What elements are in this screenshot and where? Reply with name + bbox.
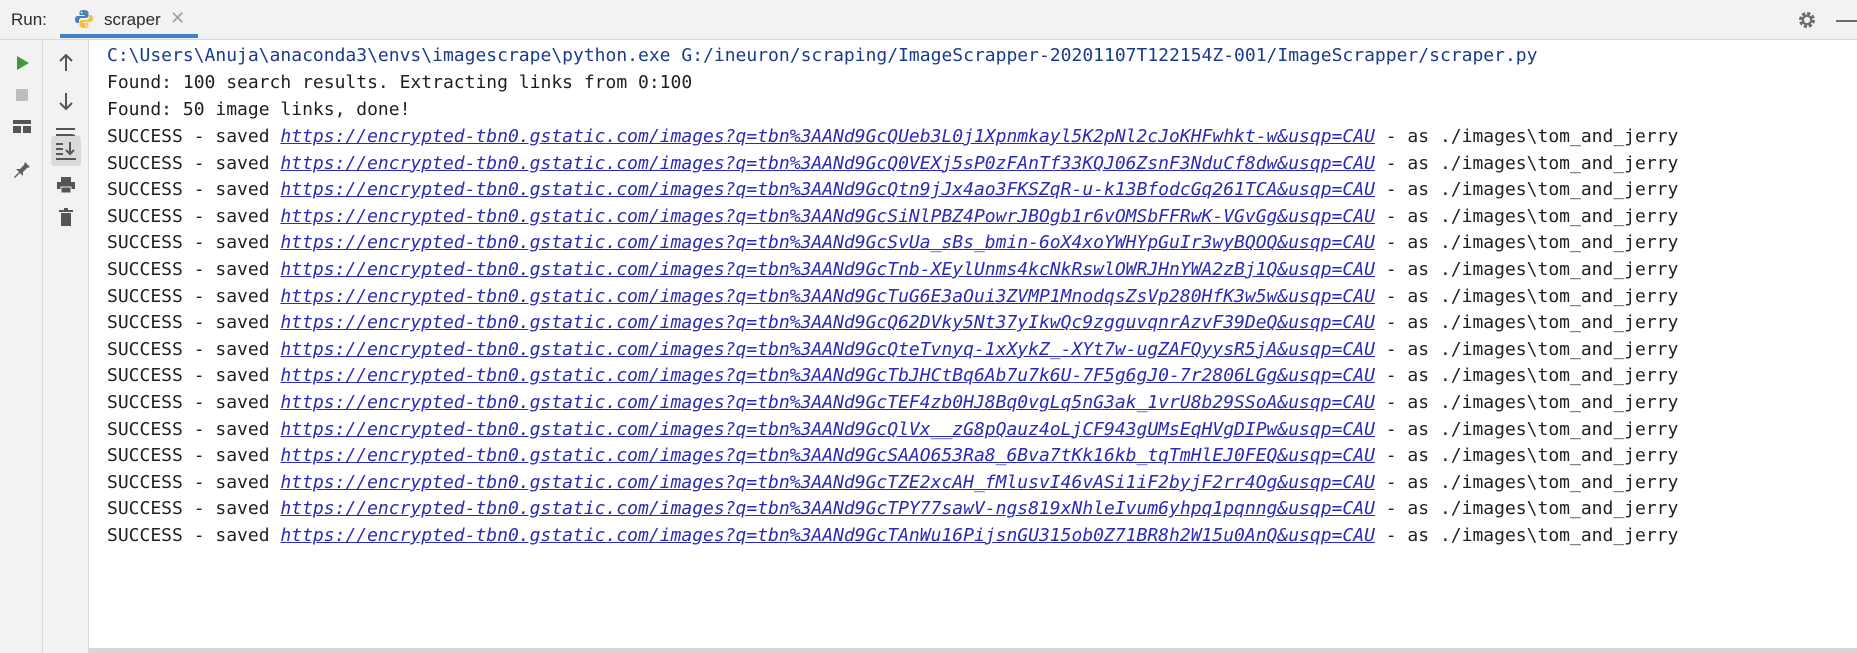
success-prefix: SUCCESS - saved xyxy=(107,285,281,307)
save-path: - as ./images\tom_and_jerry xyxy=(1374,525,1679,546)
save-path: - as ./images\tom_and_jerry xyxy=(1374,365,1679,387)
tab-label: scraper xyxy=(104,10,161,29)
console-output[interactable]: C:\Users\Anuja\anaconda3\envs\imagescrap… xyxy=(89,40,1857,653)
scroll-to-end-button[interactable] xyxy=(51,136,81,166)
rerun-button[interactable] xyxy=(7,48,37,78)
success-prefix: SUCCESS - saved xyxy=(107,179,281,201)
image-url-link[interactable]: https://encrypted-tbn0.gstatic.com/image… xyxy=(280,392,1375,413)
stop-icon xyxy=(16,89,28,101)
success-prefix: SUCCESS - saved xyxy=(107,205,281,227)
run-toolbar xyxy=(0,40,43,653)
run-tool-window-header: Run: scraper ✕ xyxy=(0,0,1857,40)
gear-icon[interactable] xyxy=(1796,9,1818,31)
image-url-link[interactable]: https://encrypted-tbn0.gstatic.com/image… xyxy=(280,498,1375,519)
restore-layout-button[interactable] xyxy=(7,111,37,141)
image-url-link[interactable]: https://encrypted-tbn0.gstatic.com/image… xyxy=(280,259,1375,280)
image-url-link[interactable]: https://encrypted-tbn0.gstatic.com/image… xyxy=(280,312,1375,333)
save-path: - as ./images\tom_and_jerry xyxy=(1374,498,1679,520)
image-url-link[interactable]: https://encrypted-tbn0.gstatic.com/image… xyxy=(280,153,1375,174)
success-prefix: SUCCESS - saved xyxy=(107,525,281,546)
previous-occurrence-button[interactable] xyxy=(51,48,81,78)
save-path: - as ./images\tom_and_jerry xyxy=(1374,232,1679,254)
trash-icon xyxy=(59,208,73,226)
image-url-link[interactable]: https://encrypted-tbn0.gstatic.com/image… xyxy=(280,525,1375,546)
print-button[interactable] xyxy=(51,170,81,200)
up-arrow-icon xyxy=(59,53,73,71)
save-path: - as ./images\tom_and_jerry xyxy=(1374,392,1679,413)
image-url-link[interactable]: https://encrypted-tbn0.gstatic.com/image… xyxy=(280,419,1375,440)
save-path: - as ./images\tom_and_jerry xyxy=(1374,259,1679,280)
down-arrow-icon xyxy=(59,93,73,111)
run-label: Run: xyxy=(11,10,47,29)
horizontal-scrollbar[interactable] xyxy=(89,648,1857,653)
print-icon xyxy=(57,177,75,194)
save-path: - as ./images\tom_and_jerry xyxy=(1374,126,1679,147)
image-url-link[interactable]: https://encrypted-tbn0.gstatic.com/image… xyxy=(280,445,1375,466)
save-path: - as ./images\tom_and_jerry xyxy=(1374,152,1679,174)
tab-scraper[interactable]: scraper ✕ xyxy=(60,0,198,38)
save-path: - as ./images\tom_and_jerry xyxy=(1374,471,1679,493)
image-url-link[interactable]: https://encrypted-tbn0.gstatic.com/image… xyxy=(280,339,1375,360)
layout-icon xyxy=(13,120,31,133)
image-url-link[interactable]: https://encrypted-tbn0.gstatic.com/image… xyxy=(280,365,1375,386)
image-url-link[interactable]: https://encrypted-tbn0.gstatic.com/image… xyxy=(280,206,1375,227)
stop-button[interactable] xyxy=(7,80,37,110)
success-prefix: SUCCESS - saved xyxy=(107,445,281,467)
pin-tab-button[interactable] xyxy=(7,154,37,184)
success-prefix: SUCCESS - saved xyxy=(107,418,281,440)
run-icon xyxy=(17,56,29,70)
save-path: - as ./images\tom_and_jerry xyxy=(1374,418,1679,440)
clear-all-button[interactable] xyxy=(51,202,81,232)
success-prefix: SUCCESS - saved xyxy=(107,312,281,334)
next-occurrence-button[interactable] xyxy=(51,86,81,116)
python-icon xyxy=(74,9,94,29)
success-prefix: SUCCESS - saved xyxy=(107,365,281,387)
success-line: SUCCESS - saved https://encrypted-tbn0.g… xyxy=(107,520,1678,551)
pin-icon xyxy=(14,160,30,178)
success-prefix: SUCCESS - saved xyxy=(107,498,281,520)
success-prefix: SUCCESS - saved xyxy=(107,126,281,147)
save-path: - as ./images\tom_and_jerry xyxy=(1374,179,1679,201)
save-path: - as ./images\tom_and_jerry xyxy=(1374,445,1679,467)
success-prefix: SUCCESS - saved xyxy=(107,259,281,280)
image-url-link[interactable]: https://encrypted-tbn0.gstatic.com/image… xyxy=(280,286,1375,307)
image-url-link[interactable]: https://encrypted-tbn0.gstatic.com/image… xyxy=(280,126,1375,147)
success-prefix: SUCCESS - saved xyxy=(107,338,281,360)
image-url-link[interactable]: https://encrypted-tbn0.gstatic.com/image… xyxy=(280,472,1375,493)
success-prefix: SUCCESS - saved xyxy=(107,232,281,254)
save-path: - as ./images\tom_and_jerry xyxy=(1374,338,1679,360)
image-url-link[interactable]: https://encrypted-tbn0.gstatic.com/image… xyxy=(280,232,1375,253)
console-toolbar xyxy=(43,40,89,653)
save-path: - as ./images\tom_and_jerry xyxy=(1374,285,1679,307)
image-url-link[interactable]: https://encrypted-tbn0.gstatic.com/image… xyxy=(280,179,1375,200)
minimize-icon[interactable] xyxy=(1836,20,1857,22)
success-prefix: SUCCESS - saved xyxy=(107,152,281,174)
save-path: - as ./images\tom_and_jerry xyxy=(1374,205,1679,227)
close-icon[interactable]: ✕ xyxy=(170,8,185,28)
success-prefix: SUCCESS - saved xyxy=(107,392,281,413)
scroll-to-end-icon xyxy=(56,142,76,160)
save-path: - as ./images\tom_and_jerry xyxy=(1374,312,1679,334)
success-prefix: SUCCESS - saved xyxy=(107,471,281,493)
